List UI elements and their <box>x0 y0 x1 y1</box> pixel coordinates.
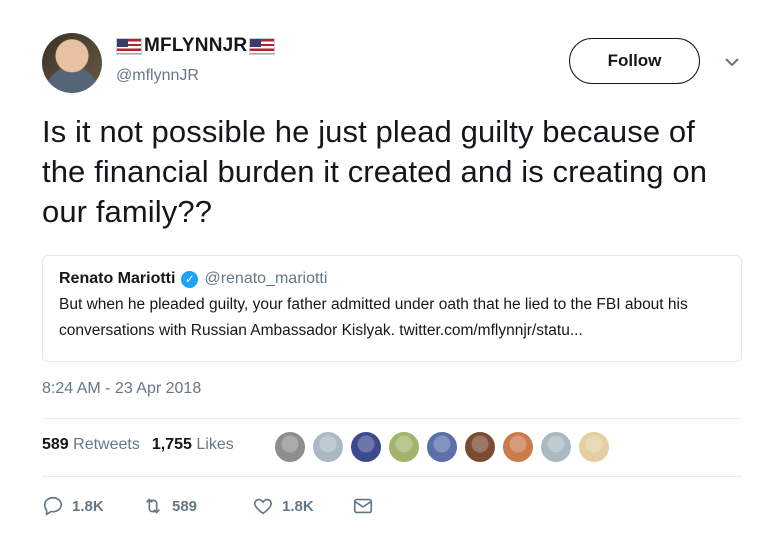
tweet-actions: 1.8K 589 1.8K <box>42 495 374 517</box>
retweet-count: 589 <box>172 497 198 515</box>
follow-button[interactable]: Follow <box>569 38 700 84</box>
author-display-name: MFLYNNJR <box>144 35 248 56</box>
reply-count: 1.8K <box>72 497 104 515</box>
liker-avatar[interactable] <box>274 431 306 463</box>
us-flag-icon <box>116 37 142 55</box>
likes-count: 1,755 <box>151 436 192 453</box>
tweet-timestamp[interactable]: 8:24 AM - 23 Apr 2018 <box>42 380 201 398</box>
tweet-stats: 589 Retweets 1,755 Likes <box>42 436 234 454</box>
heart-icon <box>254 498 272 515</box>
retweets-stat[interactable]: 589 Retweets <box>42 436 140 454</box>
quoted-tweet-text: But when he pleaded guilty, your father … <box>59 296 688 339</box>
quoted-author-handle: @renato_mariotti <box>204 270 328 287</box>
liker-avatars <box>274 431 616 463</box>
tweet-text: Is it not possible he just plead guilty … <box>42 114 708 229</box>
quoted-author-name: Renato Mariotti <box>59 270 176 287</box>
author-avatar[interactable] <box>42 33 102 93</box>
quoted-tweet[interactable]: Renato Mariotti ✓ @renato_mariotti But w… <box>42 255 742 362</box>
liker-avatar[interactable] <box>388 431 420 463</box>
liker-avatar[interactable] <box>464 431 496 463</box>
retweets-label: Retweets <box>73 436 140 453</box>
retweet-icon <box>145 498 161 514</box>
retweet-button[interactable]: 589 <box>142 495 252 517</box>
us-flag-icon <box>249 37 276 55</box>
author-handle[interactable]: @mflynnJR <box>116 67 199 85</box>
envelope-icon <box>353 498 373 514</box>
liker-avatar[interactable] <box>350 431 382 463</box>
chevron-down-icon[interactable] <box>724 56 740 68</box>
liker-avatar[interactable] <box>540 431 572 463</box>
reply-icon <box>43 496 63 516</box>
verified-badge-icon: ✓ <box>181 270 199 288</box>
divider <box>42 418 742 419</box>
direct-message-button[interactable] <box>352 495 374 517</box>
like-count: 1.8K <box>282 497 314 515</box>
liker-avatar[interactable] <box>426 431 458 463</box>
divider <box>42 476 742 477</box>
likes-stat[interactable]: 1,755 Likes <box>152 436 234 454</box>
like-button[interactable]: 1.8K <box>252 495 352 517</box>
retweets-count: 589 <box>42 436 69 453</box>
liker-avatar[interactable] <box>578 431 610 463</box>
likes-label: Likes <box>196 436 234 453</box>
reply-button[interactable]: 1.8K <box>42 495 142 517</box>
author-name-row[interactable]: MFLYNNJR <box>116 35 276 57</box>
liker-avatar[interactable] <box>312 431 344 463</box>
liker-avatar[interactable] <box>502 431 534 463</box>
